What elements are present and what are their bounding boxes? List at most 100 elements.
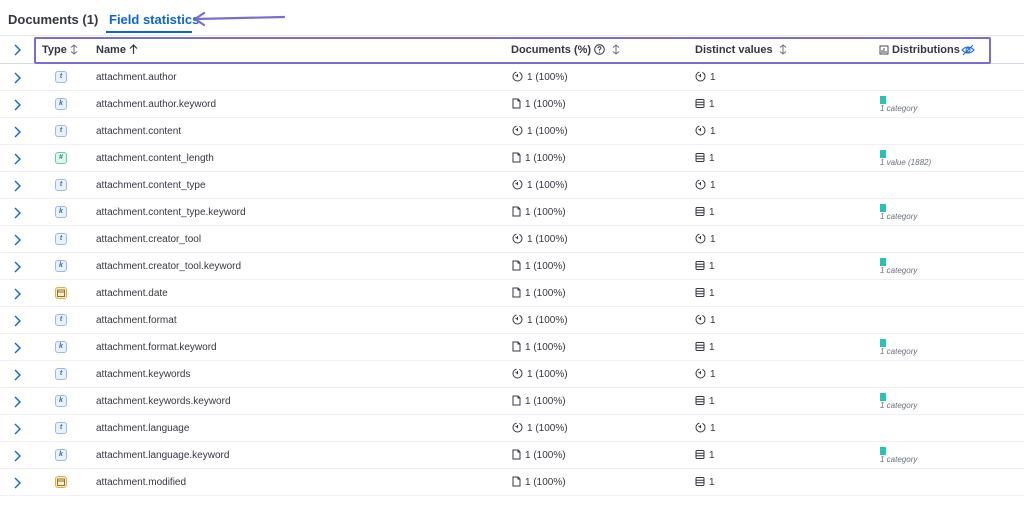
- documents-count: 1 (100%): [512, 395, 566, 408]
- field-name: attachment.language: [96, 423, 190, 434]
- field-name: attachment.content_type: [96, 180, 206, 191]
- no-data-clock-icon: [512, 179, 523, 190]
- column-header-documents[interactable]: Documents (%): [511, 43, 620, 57]
- field-type-keyword-icon: k: [55, 260, 67, 272]
- distribution-bar: [880, 96, 886, 104]
- column-header-distinct-values[interactable]: Distinct values: [695, 43, 788, 57]
- field-name: attachment.date: [96, 288, 168, 299]
- distribution-label: 1 category: [880, 212, 918, 221]
- no-data-clock-icon: [512, 71, 523, 82]
- distribution-preview: 1 category: [880, 258, 917, 276]
- distribution-bar: [880, 393, 886, 401]
- field-name: attachment.keywords: [96, 369, 191, 380]
- documents-count: 1 (100%): [512, 206, 566, 219]
- no-data-clock-icon: [512, 368, 523, 379]
- expand-row-chevron-icon[interactable]: [12, 341, 22, 359]
- expand-row-chevron-icon[interactable]: [12, 287, 22, 305]
- table-row: attachment.date 1 (100%) 1: [0, 280, 1024, 307]
- eye-closed-icon[interactable]: [961, 44, 975, 56]
- expand-row-chevron-icon[interactable]: [12, 233, 22, 251]
- table-row: t attachment.format 1 (100%) 1: [0, 307, 1024, 334]
- distinct-values-count: 1: [695, 98, 715, 111]
- tab-documents[interactable]: Documents (1): [8, 12, 98, 28]
- distinct-values-count: 1: [695, 71, 716, 84]
- documents-count: 1 (100%): [512, 314, 568, 327]
- distinct-values-count: 1: [695, 287, 715, 300]
- expand-row-chevron-icon[interactable]: [12, 71, 22, 89]
- table-row: t attachment.language 1 (100%) 1: [0, 415, 1024, 442]
- column-header-type[interactable]: Type: [42, 43, 78, 57]
- distribution-preview: 1 category: [880, 393, 917, 411]
- column-header-name[interactable]: Name: [96, 43, 138, 57]
- document-icon: [512, 287, 521, 298]
- help-icon[interactable]: [594, 44, 605, 55]
- field-type-keyword-icon: k: [55, 206, 67, 218]
- field-name: attachment.creator_tool: [96, 234, 202, 245]
- no-data-clock-icon: [695, 179, 706, 190]
- documents-count: 1 (100%): [512, 152, 566, 165]
- field-type-text-icon: t: [55, 233, 67, 245]
- distribution-preview: 1 category: [880, 447, 917, 465]
- distribution-label: 1 category: [880, 104, 918, 113]
- no-data-clock-icon: [695, 233, 706, 244]
- expand-row-chevron-icon[interactable]: [12, 422, 22, 440]
- distinct-values-count: 1: [695, 476, 715, 489]
- no-data-clock-icon: [695, 125, 706, 136]
- document-icon: [512, 206, 521, 217]
- expand-row-chevron-icon[interactable]: [12, 98, 22, 116]
- table-row: k attachment.format.keyword 1 (100%) 1 1 cat…: [0, 334, 1024, 361]
- expand-row-chevron-icon[interactable]: [12, 368, 22, 386]
- no-data-clock-icon: [695, 71, 706, 82]
- tab-field-statistics[interactable]: Field statistics: [109, 12, 199, 28]
- table-row: k attachment.author.keyword 1 (100%) 1 1 cat…: [0, 91, 1024, 118]
- database-icon: [695, 99, 705, 108]
- documents-count: 1 (100%): [512, 233, 568, 246]
- distinct-values-count: 1: [695, 233, 716, 246]
- distinct-values-count: 1: [695, 125, 716, 138]
- documents-count: 1 (100%): [512, 449, 566, 462]
- table-row: k attachment.content_type.keyword 1 (100%)…: [0, 199, 1024, 226]
- database-icon: [695, 288, 705, 297]
- document-icon: [512, 260, 521, 271]
- sort-icon: [779, 44, 786, 55]
- expand-row-chevron-icon[interactable]: [12, 476, 22, 494]
- database-icon: [695, 450, 705, 459]
- field-name: attachment.content_type.keyword: [96, 207, 246, 218]
- documents-count: 1 (100%): [512, 341, 566, 354]
- expand-row-chevron-icon[interactable]: [12, 152, 22, 170]
- expand-row-chevron-icon[interactable]: [12, 179, 22, 197]
- expand-row-chevron-icon[interactable]: [12, 260, 22, 278]
- distinct-values-count: 1: [695, 260, 715, 273]
- distribution-label: 1 category: [880, 266, 918, 275]
- document-icon: [512, 98, 521, 109]
- active-tab-indicator: [106, 31, 192, 33]
- field-type-keyword-icon: k: [55, 395, 67, 407]
- expand-row-chevron-icon[interactable]: [12, 125, 22, 143]
- expand-all-chevron-icon[interactable]: [12, 44, 22, 56]
- documents-count: 1 (100%): [512, 260, 566, 273]
- table-row: k attachment.creator_tool.keyword 1 (100%)…: [0, 253, 1024, 280]
- expand-row-chevron-icon[interactable]: [12, 314, 22, 332]
- sort-icon: [612, 44, 620, 55]
- distribution-bar: [880, 150, 886, 158]
- field-name: attachment.creator_tool.keyword: [96, 261, 242, 272]
- expand-row-chevron-icon[interactable]: [12, 449, 22, 467]
- distinct-values-count: 1: [695, 206, 715, 219]
- table-header: Type Name Documents (%) Distinct values …: [0, 37, 1024, 64]
- documents-count: 1 (100%): [512, 98, 566, 111]
- distribution-preview: 1 category: [880, 96, 917, 114]
- expand-row-chevron-icon[interactable]: [12, 395, 22, 413]
- document-icon: [512, 341, 521, 352]
- no-data-clock-icon: [695, 422, 706, 433]
- documents-count: 1 (100%): [512, 422, 568, 435]
- distinct-values-count: 1: [695, 395, 715, 408]
- chart-icon: [879, 45, 889, 55]
- distribution-preview: 1 value (1882): [880, 150, 931, 168]
- expand-row-chevron-icon[interactable]: [12, 206, 22, 224]
- table-row: # attachment.content_length 1 (100%) 1 1 val…: [0, 145, 1024, 172]
- field-type-text-icon: t: [55, 71, 67, 83]
- field-name: attachment.modified: [96, 477, 187, 488]
- field-type-number-icon: #: [55, 152, 67, 164]
- distribution-label: 1 category: [880, 455, 918, 464]
- documents-count: 1 (100%): [512, 179, 568, 192]
